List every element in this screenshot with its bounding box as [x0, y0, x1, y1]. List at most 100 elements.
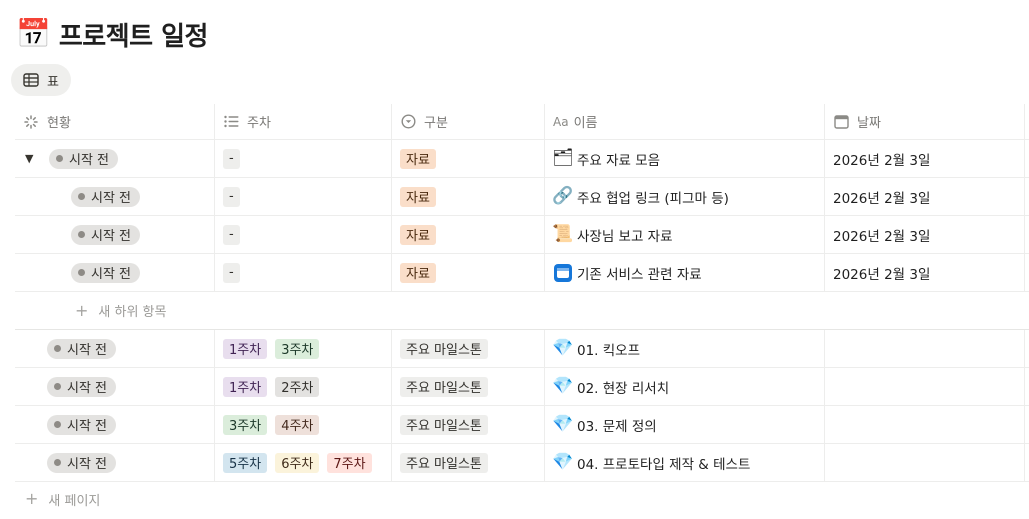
week-tag: 3주차 — [275, 338, 320, 359]
column-header-week[interactable]: 주차 — [215, 104, 392, 139]
week-cell[interactable]: - — [215, 216, 392, 253]
week-tag: 1주차 — [223, 376, 268, 397]
status-badge: 시작 전 — [71, 224, 141, 245]
column-header-status[interactable]: 현황 — [15, 104, 215, 139]
category-cell[interactable]: 주요 마일스톤 — [392, 406, 545, 443]
add-subitem-button[interactable]: + 새 하위 항목 — [15, 292, 166, 329]
status-cell[interactable]: ▼ 시작 전 — [15, 140, 215, 177]
name-cell[interactable]: 💎 03. 문제 정의 — [545, 406, 825, 443]
week-tag: - — [223, 224, 240, 245]
status-badge: 시작 전 — [47, 452, 117, 473]
row-title[interactable]: 기존 서비스 관련 자료 — [577, 263, 702, 283]
date-cell[interactable] — [825, 406, 1025, 443]
gem-icon: 💎 — [552, 338, 574, 358]
date-cell[interactable] — [825, 444, 1025, 481]
week-cell[interactable]: 3주차 4주차 — [215, 406, 392, 443]
add-subitem-row[interactable]: + 새 하위 항목 — [15, 292, 1029, 330]
column-header-date[interactable]: 날짜 — [825, 104, 1025, 139]
week-tag: 5주차 — [223, 452, 268, 473]
status-cell[interactable]: 시작 전 — [15, 178, 215, 215]
status-badge: 시작 전 — [47, 414, 117, 435]
table-row[interactable]: 시작 전 1주차 2주차 주요 마일스톤 💎 02. 현장 리서치 — [15, 368, 1029, 406]
week-tag: - — [223, 186, 240, 207]
week-tag: 6주차 — [275, 452, 320, 473]
gem-icon: 💎 — [552, 414, 574, 434]
table-row[interactable]: 시작 전 3주차 4주차 주요 마일스톤 💎 03. 문제 정의 — [15, 406, 1029, 444]
database-table: 현황 주차 구분 Aa 이름 날짜 ▼ 시작 전 - 자료 🗂 주요 자료 모음… — [15, 104, 1029, 482]
text-icon: Aa — [553, 114, 569, 129]
category-cell[interactable]: 자료 — [392, 178, 545, 215]
table-row[interactable]: 시작 전 5주차 6주차 7주차 주요 마일스톤 💎 04. 프로토타입 제작 &… — [15, 444, 1029, 482]
toggle-expand-icon[interactable]: ▼ — [25, 152, 39, 165]
status-cell[interactable]: 시작 전 — [15, 368, 215, 405]
week-cell[interactable]: 1주차 2주차 — [215, 368, 392, 405]
date-cell[interactable] — [825, 368, 1025, 405]
week-tag: - — [223, 262, 240, 283]
row-title[interactable]: 주요 협업 링크 (피그마 등) — [577, 187, 729, 207]
row-title[interactable]: 02. 현장 리서치 — [577, 377, 669, 397]
week-cell[interactable]: - — [215, 178, 392, 215]
name-cell[interactable]: 🗂 주요 자료 모음 — [545, 140, 825, 177]
select-icon — [400, 114, 416, 130]
name-cell[interactable]: 💎 02. 현장 리서치 — [545, 368, 825, 405]
view-tab-table[interactable]: 표 — [11, 64, 71, 96]
view-tab-label: 표 — [47, 74, 59, 90]
row-title[interactable]: 01. 킥오프 — [577, 339, 640, 359]
link-icon: 🔗 — [552, 186, 574, 206]
date-cell[interactable] — [825, 330, 1025, 367]
name-cell[interactable]: 🔗 주요 협업 링크 (피그마 등) — [545, 178, 825, 215]
category-cell[interactable]: 주요 마일스톤 — [392, 368, 545, 405]
row-title[interactable]: 04. 프로토타입 제작 & 테스트 — [577, 453, 750, 473]
week-tag: 7주차 — [327, 452, 372, 473]
week-tag: 4주차 — [275, 414, 320, 435]
category-tag: 주요 마일스톤 — [400, 338, 488, 359]
week-cell[interactable]: 1주차 3주차 — [215, 330, 392, 367]
category-cell[interactable]: 주요 마일스톤 — [392, 444, 545, 481]
category-tag: 자료 — [400, 148, 436, 169]
date-value: 2026년 2월 3일 — [833, 190, 931, 207]
date-cell[interactable]: 2026년 2월 3일 — [825, 178, 1025, 215]
table-row[interactable]: 시작 전 - 자료 기존 서비스 관련 자료 2026년 2월 3일 — [15, 254, 1029, 292]
new-page-button[interactable]: + 새 페이지 — [25, 488, 100, 510]
category-tag: 주요 마일스톤 — [400, 452, 488, 473]
gem-icon: 💎 — [552, 376, 574, 396]
status-cell[interactable]: 시작 전 — [15, 216, 215, 253]
table-header: 현황 주차 구분 Aa 이름 날짜 — [15, 104, 1029, 140]
status-badge: 시작 전 — [47, 376, 117, 397]
category-tag: 주요 마일스톤 — [400, 414, 488, 435]
status-cell[interactable]: 시작 전 — [15, 406, 215, 443]
category-cell[interactable]: 자료 — [392, 254, 545, 291]
date-cell[interactable]: 2026년 2월 3일 — [825, 254, 1025, 291]
status-cell[interactable]: 시작 전 — [15, 330, 215, 367]
table-row[interactable]: 시작 전 - 자료 📜 사장님 보고 자료 2026년 2월 3일 — [15, 216, 1029, 254]
table-row[interactable]: ▼ 시작 전 - 자료 🗂 주요 자료 모음 2026년 2월 3일 — [15, 140, 1029, 178]
row-title[interactable]: 사장님 보고 자료 — [577, 225, 673, 245]
status-cell[interactable]: 시작 전 — [15, 444, 215, 481]
week-cell[interactable]: 5주차 6주차 7주차 — [215, 444, 392, 481]
week-cell[interactable]: - — [215, 254, 392, 291]
date-cell[interactable]: 2026년 2월 3일 — [825, 216, 1025, 253]
week-cell[interactable]: - — [215, 140, 392, 177]
name-cell[interactable]: 💎 04. 프로토타입 제작 & 테스트 — [545, 444, 825, 481]
calendar-icon — [833, 114, 849, 130]
table-row[interactable]: 시작 전 - 자료 🔗 주요 협업 링크 (피그마 등) 2026년 2월 3일 — [15, 178, 1029, 216]
column-header-name[interactable]: Aa 이름 — [545, 104, 825, 139]
category-cell[interactable]: 주요 마일스톤 — [392, 330, 545, 367]
name-cell[interactable]: 💎 01. 킥오프 — [545, 330, 825, 367]
category-cell[interactable]: 자료 — [392, 140, 545, 177]
date-cell[interactable]: 2026년 2월 3일 — [825, 140, 1025, 177]
list-icon — [223, 114, 239, 130]
gem-icon: 💎 — [552, 452, 574, 472]
window-icon — [553, 263, 573, 283]
table-row[interactable]: 시작 전 1주차 3주차 주요 마일스톤 💎 01. 킥오프 — [15, 330, 1029, 368]
category-tag: 자료 — [400, 262, 436, 283]
name-cell[interactable]: 📜 사장님 보고 자료 — [545, 216, 825, 253]
page-title-text[interactable]: 프로젝트 일정 — [59, 16, 209, 53]
status-cell[interactable]: 시작 전 — [15, 254, 215, 291]
row-title[interactable]: 주요 자료 모음 — [577, 149, 660, 169]
category-cell[interactable]: 자료 — [392, 216, 545, 253]
column-header-category[interactable]: 구분 — [392, 104, 545, 139]
name-cell[interactable]: 기존 서비스 관련 자료 — [545, 254, 825, 291]
row-title[interactable]: 03. 문제 정의 — [577, 415, 657, 435]
status-badge: 시작 전 — [71, 186, 141, 207]
